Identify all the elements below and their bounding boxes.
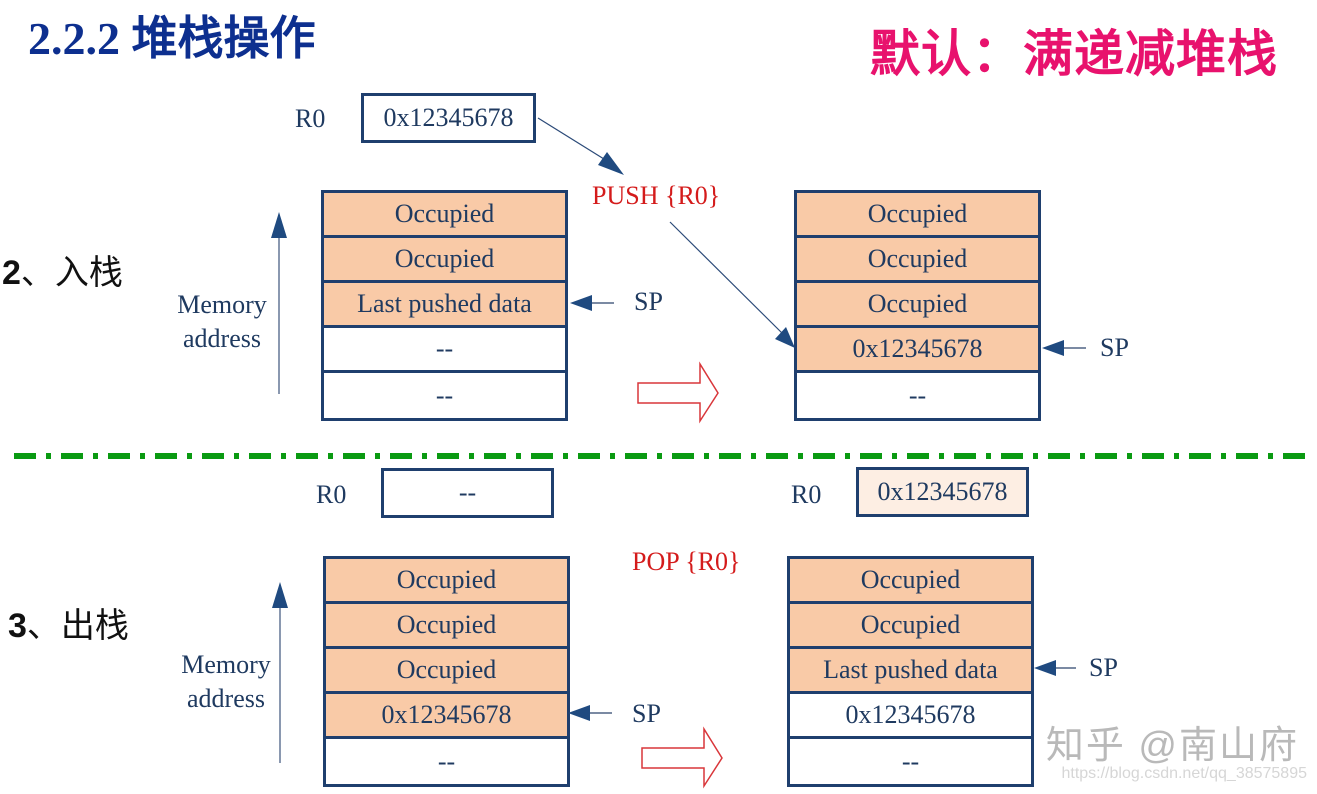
stack-cell: Occupied <box>797 238 1038 283</box>
register-to-push-arrow-icon <box>537 117 624 175</box>
pop-after-sp-arrow-icon <box>1034 660 1076 676</box>
stack-type-subtitle: 默认：满递减堆栈 <box>870 26 1278 82</box>
stack-cell: -- <box>797 373 1038 418</box>
push-before-sp-arrow-icon <box>570 295 614 311</box>
push-after-sp-label: SP <box>1100 333 1129 362</box>
watermark-text: 知乎 @南山府 <box>1045 725 1299 767</box>
pop-section-label: 3、出栈 <box>8 598 129 647</box>
push-operation-label: PUSH {R0} <box>592 181 721 210</box>
stack-cell: Occupied <box>790 559 1031 604</box>
pop-section-text: 、出栈 <box>26 607 129 645</box>
pop-stack-after: Occupied Occupied Last pushed data 0x123… <box>787 556 1034 787</box>
stack-cell: Occupied <box>797 283 1038 328</box>
stack-cell: Occupied <box>326 649 567 694</box>
pop-section-number: 3 <box>8 607 27 645</box>
stack-cell: Occupied <box>326 559 567 604</box>
push-section-number: 2 <box>2 254 21 292</box>
pop-before-sp-arrow-icon <box>568 705 612 721</box>
stack-cell: Occupied <box>326 604 567 649</box>
stack-cell: 0x12345678 <box>797 328 1038 373</box>
stack-cell: Occupied <box>790 604 1031 649</box>
push-after-sp-arrow-icon <box>1042 340 1086 356</box>
stack-cell: Last pushed data <box>790 649 1031 694</box>
memory-label-line1: Memory <box>181 650 271 679</box>
push-memory-address-label: Memory address <box>168 288 276 356</box>
stack-cell: -- <box>324 373 565 418</box>
pop-transition-arrow-icon <box>641 726 723 789</box>
pop-register-before-box: -- <box>381 468 554 518</box>
push-register-box: 0x12345678 <box>361 93 536 143</box>
memory-label-line2: address <box>183 324 261 353</box>
stack-cell: Occupied <box>797 193 1038 238</box>
stack-cell: 0x12345678 <box>790 694 1031 739</box>
push-to-stack-arrow-icon <box>669 221 795 348</box>
pop-register-before-label: R0 <box>316 480 347 509</box>
push-stack-after: Occupied Occupied Occupied 0x12345678 -- <box>794 190 1041 421</box>
pop-register-after-box: 0x12345678 <box>856 467 1029 517</box>
push-before-sp-label: SP <box>634 287 663 316</box>
push-transition-arrow-icon <box>637 361 719 424</box>
stack-cell: Occupied <box>324 238 565 283</box>
pop-stack-before: Occupied Occupied Occupied 0x12345678 -- <box>323 556 570 787</box>
stack-cell: -- <box>790 739 1031 784</box>
pop-before-sp-label: SP <box>632 699 661 728</box>
watermark-url: https://blog.csdn.net/qq_38575895 <box>1061 765 1307 782</box>
stack-cell: 0x12345678 <box>326 694 567 739</box>
stack-cell: -- <box>326 739 567 784</box>
stack-cell: -- <box>324 328 565 373</box>
push-section-label: 2、入栈 <box>2 245 123 294</box>
memory-label-line1: Memory <box>177 290 267 319</box>
memory-label-line2: address <box>187 684 265 713</box>
pop-memory-address-label: Memory address <box>172 648 280 716</box>
stack-cell: Last pushed data <box>324 283 565 328</box>
push-section-text: 、入栈 <box>20 254 123 292</box>
push-stack-before: Occupied Occupied Last pushed data -- -- <box>321 190 568 421</box>
stack-cell: Occupied <box>324 193 565 238</box>
pop-operation-label: POP {R0} <box>632 547 741 576</box>
pop-register-after-label: R0 <box>791 480 822 509</box>
push-register-label: R0 <box>295 104 326 133</box>
page-title: 2.2.2 堆栈操作 <box>28 13 316 64</box>
pop-after-sp-label: SP <box>1089 653 1118 682</box>
